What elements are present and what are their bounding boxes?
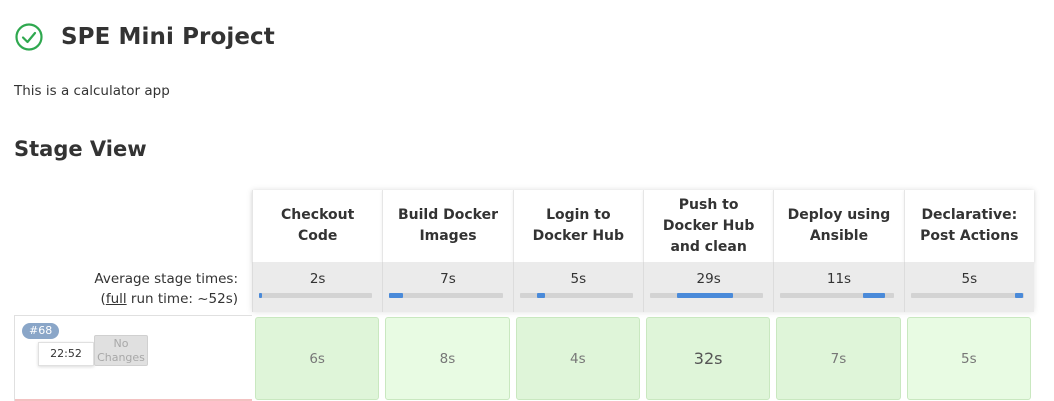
avg-time-cell: 7s bbox=[382, 262, 513, 312]
stage-result-cell[interactable]: 8s bbox=[385, 317, 510, 400]
run-time-text: run time: ~52s) bbox=[126, 291, 238, 307]
average-stage-times-label: Average stage times: (full run time: ~52… bbox=[94, 269, 238, 309]
avg-time-bar bbox=[649, 293, 764, 298]
avg-time-value: 5s bbox=[570, 271, 587, 287]
avg-time-bar-fill bbox=[259, 293, 263, 298]
avg-time-bar-fill bbox=[863, 293, 885, 298]
stage-header-post-actions[interactable]: Declarative: Post Actions bbox=[903, 190, 1034, 262]
avg-time-bar-fill bbox=[677, 293, 733, 298]
stage-header-checkout-code[interactable]: Checkout Code bbox=[252, 190, 383, 262]
no-changes-line1: No bbox=[113, 337, 129, 350]
build-time: 22:52 bbox=[38, 342, 94, 366]
avg-time-cell: 2s bbox=[252, 262, 383, 312]
average-times-row: 2s 7s 5s 29s 11s 5s bbox=[252, 262, 1034, 312]
avg-time-value: 29s bbox=[696, 271, 721, 287]
stage-header-deploy-ansible[interactable]: Deploy using Ansible bbox=[773, 190, 904, 262]
avg-time-bar-fill bbox=[536, 293, 545, 298]
avg-time-value: 2s bbox=[309, 271, 326, 287]
stage-header-login-docker-hub[interactable]: Login to Docker Hub bbox=[512, 190, 643, 262]
average-stage-times-text: Average stage times: bbox=[94, 271, 238, 287]
build-result-row: 6s 8s 4s 32s 7s 5s bbox=[252, 315, 1034, 401]
no-changes-line2: Changes bbox=[97, 351, 145, 364]
full-run-time-link[interactable]: full bbox=[106, 291, 127, 307]
page-title: SPE Mini Project bbox=[61, 24, 275, 50]
avg-time-cell: 29s bbox=[642, 262, 774, 312]
stage-result-cell[interactable]: 5s bbox=[906, 317, 1031, 400]
avg-time-value: 11s bbox=[826, 271, 852, 287]
avg-time-value: 7s bbox=[440, 271, 456, 287]
stage-result-cell[interactable]: 6s bbox=[255, 317, 380, 400]
avg-time-bar-fill bbox=[1014, 293, 1023, 298]
avg-time-cell: 11s bbox=[773, 262, 904, 312]
avg-time-value: 5s bbox=[961, 271, 978, 287]
stage-header-row: Checkout Code Build Docker Images Login … bbox=[252, 190, 1034, 262]
project-description: This is a calculator app bbox=[14, 83, 170, 99]
avg-time-bar bbox=[910, 293, 1024, 298]
stage-table: Checkout Code Build Docker Images Login … bbox=[252, 190, 1034, 312]
build-row-header: #68 22:52 No Changes bbox=[14, 315, 252, 401]
avg-time-bar-fill bbox=[389, 293, 403, 298]
avg-time-cell: 5s bbox=[903, 262, 1034, 312]
stage-result-cell[interactable]: 4s bbox=[515, 317, 640, 400]
success-check-icon bbox=[15, 23, 43, 51]
stage-result-cell[interactable]: 7s bbox=[776, 317, 901, 400]
stage-header-push-docker-hub[interactable]: Push to Docker Hub and clean bbox=[642, 190, 774, 262]
stage-result-cell[interactable]: 32s bbox=[645, 317, 771, 400]
avg-time-bar bbox=[519, 293, 633, 298]
build-number-badge[interactable]: #68 bbox=[22, 323, 60, 339]
no-changes-button[interactable]: No Changes bbox=[94, 335, 148, 366]
avg-time-bar bbox=[389, 293, 503, 298]
stage-view-heading: Stage View bbox=[14, 137, 147, 161]
project-header: SPE Mini Project bbox=[14, 22, 275, 52]
avg-time-cell: 5s bbox=[512, 262, 643, 312]
avg-time-bar bbox=[780, 293, 894, 298]
avg-time-bar bbox=[259, 293, 373, 298]
stage-header-build-docker-images[interactable]: Build Docker Images bbox=[382, 190, 513, 262]
